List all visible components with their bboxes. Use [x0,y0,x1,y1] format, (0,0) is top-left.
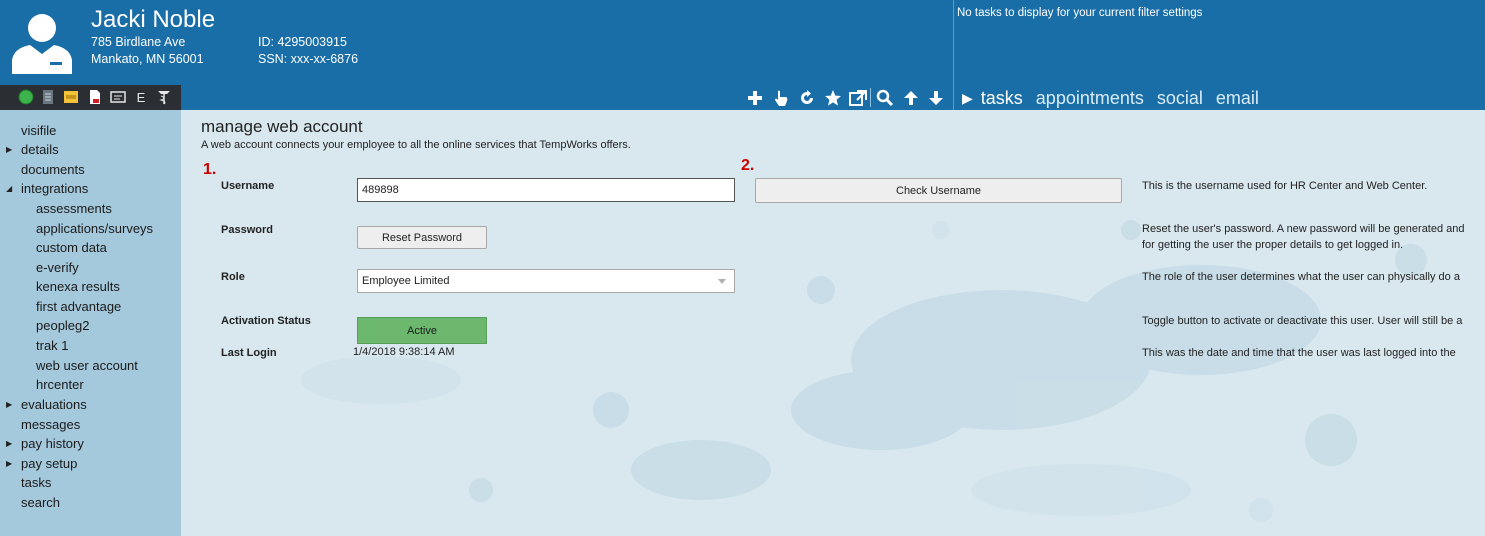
expand-arrow-icon[interactable]: ▶ [6,400,12,409]
role-label: Role [221,271,245,283]
username-description: This is the username used for HR Center … [1142,180,1428,192]
role-description: The role of the user determines what the… [1142,271,1460,283]
header: Jacki Noble 785 Birdlane Ave Mankato, MN… [0,0,1485,110]
page-title: manage web account [201,117,363,136]
sidebar-item-messages[interactable]: messages [21,417,80,432]
sidebar-item-visifile[interactable]: visifile [21,123,56,138]
role-select[interactable]: Employee Limited [357,269,735,293]
status-green-icon[interactable] [18,89,34,105]
status-icon-strip: E [0,85,181,110]
hand-pointer-icon[interactable] [770,87,792,109]
tasks-panel-tabs: ▶ tasks appointments social email [962,86,1272,110]
employee-header: Jacki Noble 785 Birdlane Ave Mankato, MN… [0,0,953,110]
last-login-label: Last Login [221,347,277,359]
sidebar-item-kenexa-results[interactable]: kenexa results [36,279,120,294]
password-description-line1: Reset the user's password. A new passwor… [1142,223,1465,235]
caduceus-icon[interactable] [156,89,172,105]
main-content: manage web account A web account connect… [181,110,1485,536]
e-verify-icon[interactable]: E [133,89,149,105]
pdf-icon[interactable] [87,89,103,105]
username-label: Username [221,180,275,192]
sidebar-item-peopleg2[interactable]: peopleg2 [36,318,90,333]
last-login-description: This was the date and time that the user… [1142,347,1456,359]
sidebar: visifile ▶ details documents ◢ integrati… [0,110,181,536]
sidebar-item-applications-surveys[interactable]: applications/surveys [36,221,153,236]
employee-address-line2: Mankato, MN 56001 [91,52,204,66]
sidebar-item-details[interactable]: details [21,142,59,157]
step-marker-2: 2. [741,157,755,174]
sidebar-item-evaluations[interactable]: evaluations [21,397,87,412]
sidebar-item-first-advantage[interactable]: first advantage [36,299,121,314]
expand-arrow-icon[interactable]: ▶ [6,439,12,448]
employee-id: ID: 4295003915 [258,35,347,49]
arrow-up-icon[interactable] [900,87,922,109]
dna-icon[interactable] [63,89,79,105]
last-login-value: 1/4/2018 9:38:14 AM [353,346,455,358]
sidebar-item-e-verify[interactable]: e-verify [36,260,79,275]
sidebar-item-pay-setup[interactable]: pay setup [21,456,77,471]
employee-ssn: SSN: xxx-xx-6876 [258,52,359,66]
step-marker-1: 1. [203,161,217,178]
record-toolbar [740,86,953,110]
role-select-value: Employee Limited [362,275,450,287]
expand-arrow-icon[interactable]: ▶ [6,145,12,154]
tab-social[interactable]: social [1157,88,1203,109]
tab-email[interactable]: email [1216,88,1259,109]
sidebar-item-pay-history[interactable]: pay history [21,436,84,451]
password-label: Password [221,224,273,236]
star-icon[interactable] [822,87,844,109]
sidebar-item-search[interactable]: search [21,495,60,510]
page-subtitle: A web account connects your employee to … [201,139,631,151]
sidebar-item-tasks[interactable]: tasks [21,475,51,490]
toolbar-separator [870,88,871,107]
sidebar-item-custom-data[interactable]: custom data [36,240,107,255]
activation-status-label: Activation Status [221,315,311,327]
employee-address-line1: 785 Birdlane Ave [91,35,186,49]
no-tasks-message: No tasks to display for your current fil… [957,7,1203,19]
arrow-down-icon[interactable] [925,87,947,109]
sidebar-item-documents[interactable]: documents [21,162,85,177]
add-icon[interactable] [744,87,766,109]
check-username-button[interactable]: Check Username [755,178,1122,203]
tab-appointments[interactable]: appointments [1036,88,1144,109]
sidebar-item-web-user-account[interactable]: web user account [36,358,138,373]
avatar [12,14,72,74]
sidebar-item-assessments[interactable]: assessments [36,201,112,216]
password-description-line2: for getting the user the proper details … [1142,239,1404,251]
employee-name: Jacki Noble [91,6,216,33]
id-card-icon[interactable] [110,89,126,105]
chevron-down-icon [718,279,726,284]
activation-description: Toggle button to activate or deactivate … [1142,315,1463,327]
reset-password-button[interactable]: Reset Password [357,226,487,249]
sidebar-item-trak-1[interactable]: trak 1 [36,338,69,353]
activation-toggle-button[interactable]: Active [357,317,487,344]
play-icon[interactable]: ▶ [962,90,973,107]
username-input[interactable] [357,178,735,202]
expand-arrow-icon[interactable]: ▶ [6,459,12,468]
external-link-icon[interactable] [847,87,869,109]
search-icon[interactable] [874,87,896,109]
document-icon[interactable] [40,89,56,105]
tab-tasks[interactable]: tasks [981,88,1023,109]
refresh-icon[interactable] [796,87,818,109]
collapse-arrow-icon[interactable]: ◢ [6,184,12,193]
sidebar-item-integrations[interactable]: integrations [21,181,88,196]
sidebar-item-hrcenter[interactable]: hrcenter [36,377,84,392]
header-divider [953,0,954,110]
